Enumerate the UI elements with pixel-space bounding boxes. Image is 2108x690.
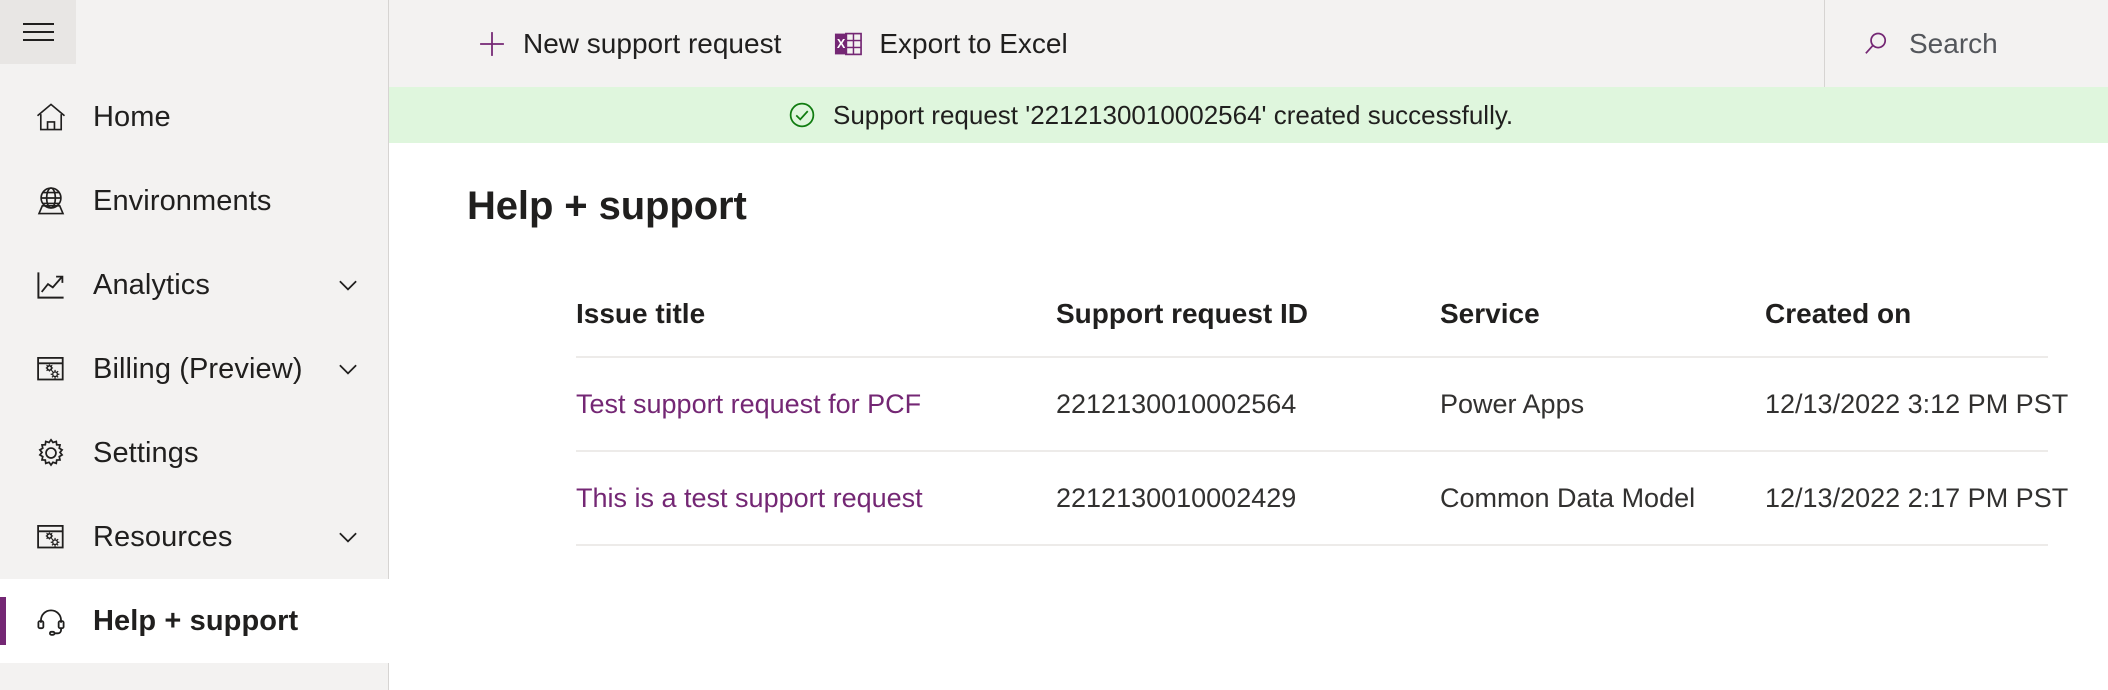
chevron-down-icon[interactable] (331, 520, 365, 554)
check-circle-icon (787, 100, 817, 130)
sidebar-item-help-support[interactable]: Help + support (0, 579, 389, 663)
cell-support-request-id: 2212130010002429 (1056, 451, 1440, 546)
issue-title-link[interactable]: Test support request for PCF (576, 389, 921, 419)
billing-icon (30, 348, 72, 390)
support-requests-table: Issue title Support request ID Service C… (576, 298, 2068, 546)
resources-icon (30, 516, 72, 558)
sidebar-nav-list: Home Environments Analytics Billing (Pre… (0, 75, 389, 663)
success-message-text: Support request '2212130010002564' creat… (833, 100, 1514, 130)
excel-icon: X (831, 27, 865, 61)
hamburger-menu-button[interactable] (0, 0, 76, 64)
column-header-service[interactable]: Service (1440, 298, 1765, 358)
sidebar-item-label: Environments (93, 185, 272, 217)
headset-icon (30, 600, 72, 642)
export-to-excel-label: Export to Excel (879, 27, 1068, 59)
sidebar-item-label: Resources (93, 521, 233, 553)
hamburger-menu-icon (22, 22, 54, 42)
search-input[interactable]: Search (1824, 0, 2108, 87)
sidebar-item-label: Analytics (93, 269, 210, 301)
page-body: Help + support Issue title Support reque… (389, 182, 2108, 690)
cell-service: Common Data Model (1440, 451, 1765, 546)
plus-icon (475, 27, 509, 61)
cell-issue-title: Test support request for PCF (576, 357, 1056, 452)
table-row[interactable]: This is a test support request 221213001… (576, 451, 2068, 546)
sidebar-item-resources[interactable]: Resources (0, 495, 389, 579)
new-support-request-label: New support request (523, 27, 782, 59)
sidebar-item-label: Help + support (93, 605, 299, 637)
command-bar: New support request X Export to Excel Se… (389, 0, 2108, 87)
svg-text:X: X (837, 37, 846, 51)
sidebar-item-billing[interactable]: Billing (Preview) (0, 327, 389, 411)
column-header-support-request-id[interactable]: Support request ID (1056, 298, 1440, 358)
issue-title-link[interactable]: This is a test support request (576, 483, 923, 513)
chevron-down-icon[interactable] (331, 352, 365, 386)
sidebar: Home Environments Analytics Billing (Pre… (0, 0, 389, 690)
chevron-down-icon[interactable] (331, 268, 365, 302)
sidebar-item-home[interactable]: Home (0, 75, 389, 159)
sidebar-item-label: Settings (93, 437, 199, 469)
export-to-excel-button[interactable]: X Export to Excel (817, 13, 1081, 75)
table-row[interactable]: Test support request for PCF 22121300100… (576, 357, 2068, 452)
table-body: Test support request for PCF 22121300100… (576, 357, 2068, 546)
success-message-bar: Support request '2212130010002564' creat… (389, 87, 2108, 143)
cell-service: Power Apps (1440, 357, 1765, 452)
cell-created-on: 12/13/2022 2:17 PM PST (1765, 451, 2068, 546)
cell-created-on: 12/13/2022 3:12 PM PST (1765, 357, 2068, 452)
sidebar-item-environments[interactable]: Environments (0, 159, 389, 243)
new-support-request-button[interactable]: New support request (461, 13, 795, 75)
search-icon (1859, 27, 1893, 61)
app-root: Home Environments Analytics Billing (Pre… (0, 0, 2108, 690)
column-header-created-on[interactable]: Created on (1765, 298, 2048, 358)
table-header-row: Issue title Support request ID Service C… (576, 298, 2048, 358)
cell-support-request-id: 2212130010002564 (1056, 357, 1440, 452)
home-icon (30, 96, 72, 138)
globe-icon (30, 180, 72, 222)
sidebar-item-settings[interactable]: Settings (0, 411, 389, 495)
page-title: Help + support (467, 184, 747, 228)
sidebar-item-analytics[interactable]: Analytics (0, 243, 389, 327)
table-header: Issue title Support request ID Service C… (576, 298, 2048, 358)
sidebar-item-label: Home (93, 101, 171, 133)
main-content: New support request X Export to Excel Se… (389, 0, 2108, 690)
sidebar-item-label: Billing (Preview) (93, 353, 303, 385)
cell-issue-title: This is a test support request (576, 451, 1056, 546)
search-placeholder: Search (1909, 27, 1998, 59)
column-header-issue-title[interactable]: Issue title (576, 298, 1056, 358)
analytics-icon (30, 264, 72, 306)
gear-icon (30, 432, 72, 474)
